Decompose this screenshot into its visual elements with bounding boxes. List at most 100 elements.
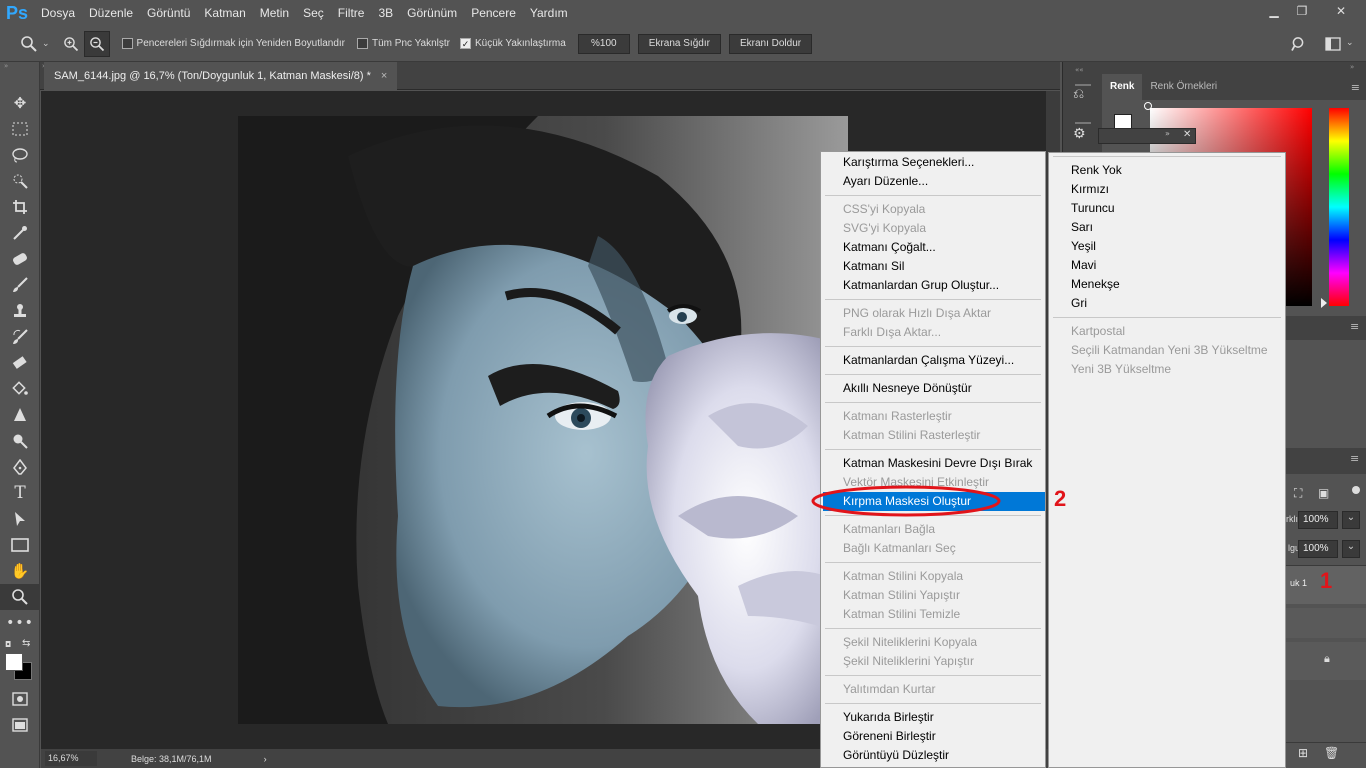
hand-tool-icon[interactable]: ✋ [0,558,40,584]
workspace-chevron-icon[interactable]: ⌄ [1346,38,1354,48]
tab-swatches[interactable]: Renk Örnekleri [1142,74,1225,100]
quick-mask-icon[interactable] [0,686,40,712]
properties-panel-icon[interactable]: ⚙ [1073,126,1095,148]
history-brush-tool-icon[interactable] [0,324,40,350]
type-tool-icon[interactable]: T [0,480,40,506]
color-menu-item[interactable]: Turuncu [1051,199,1285,218]
filter-toggle[interactable] [1352,486,1360,494]
history-panel-icon[interactable]: ⎌ [1073,86,1095,108]
fill-input[interactable]: 100% [1298,540,1338,558]
delete-layer-icon[interactable]: 🗑︎ [1324,746,1339,760]
context-menu-item[interactable]: Görüntüyü Düzleştir [823,746,1045,765]
swap-colors-icon[interactable]: ⇆ [22,638,30,649]
zoom-tool-icon[interactable] [16,31,42,57]
scrubby-zoom-checkbox[interactable]: ✓ Küçük Yakınlaştırma [460,38,566,49]
crop-tool-icon[interactable] [0,194,40,220]
menu-0[interactable]: Dosya [34,0,82,26]
document-tab[interactable]: SAM_6144.jpg @ 16,7% (Ton/Doygunluk 1, K… [44,62,398,90]
context-menu-item[interactable]: Katmanlardan Çalışma Yüzeyi... [823,351,1045,370]
adjustments-panel-menu-icon[interactable]: ≡ [1350,320,1359,333]
rectangle-tool-icon[interactable] [0,532,40,558]
restore-icon[interactable]: ❐ [1290,2,1314,20]
zoom-percent-button[interactable]: %100 [577,33,630,54]
tab-color[interactable]: Renk [1102,74,1143,100]
strip-collapse-icon[interactable]: «« [1075,66,1084,74]
dodge-tool-icon[interactable] [0,428,40,454]
default-colors-icon[interactable]: ◘ [5,640,11,649]
lasso-tool-icon[interactable] [0,142,40,168]
color-menu-item[interactable]: Mavi [1051,256,1285,275]
menu-1[interactable]: Düzenle [82,0,140,26]
color-menu-item[interactable]: Sarı [1051,218,1285,237]
path-selection-tool-icon[interactable] [0,506,40,532]
clone-stamp-tool-icon[interactable] [0,298,40,324]
color-menu-item[interactable]: Kırmızı [1051,180,1285,199]
blur-tool-icon[interactable] [0,402,40,428]
opacity-input[interactable]: 100% [1298,511,1338,529]
color-swatches[interactable]: ◘ ⇆ [0,636,39,686]
layer-row[interactable] [1286,608,1366,638]
close-tab-icon[interactable]: × [381,70,387,82]
color-menu-item[interactable]: Gri [1051,294,1285,313]
healing-brush-tool-icon[interactable] [0,246,40,272]
search-icon[interactable] [1286,31,1312,57]
workspace-icon[interactable] [1320,31,1346,57]
new-layer-icon[interactable]: ⊞ [1298,746,1308,760]
zoom-all-checkbox[interactable]: Tüm Pnc Yaknlştr [357,38,450,49]
color-picker-cursor[interactable] [1144,102,1152,110]
context-menu-item[interactable]: Katmanı Çoğalt... [823,238,1045,257]
layers-panel-menu-icon[interactable]: ≡ [1350,452,1359,465]
marquee-tool-icon[interactable] [0,116,40,142]
menu-2[interactable]: Görüntü [140,0,197,26]
floating-panel-close-icon[interactable]: ✕ [1183,129,1191,140]
quick-selection-tool-icon[interactable] [0,168,40,194]
pen-tool-icon[interactable] [0,454,40,480]
layer-row-background[interactable]: 🔒︎ [1286,642,1366,680]
resize-windows-checkbox[interactable]: Pencereleri Sığdırmak için Yeniden Boyut… [121,38,345,49]
close-window-icon[interactable]: ✕ [1326,2,1356,20]
move-tool-icon[interactable]: ✥ [0,90,40,116]
hue-slider-handle[interactable] [1321,298,1327,308]
menu-6[interactable]: Filtre [331,0,372,26]
hue-slider[interactable] [1329,108,1349,306]
more-tools-icon[interactable]: ••• [0,610,40,636]
foreground-color-swatch[interactable] [5,653,23,671]
fill-dropdown-icon[interactable]: ⌄ [1342,540,1360,558]
menu-10[interactable]: Yardım [523,0,575,26]
color-menu-item[interactable]: Menekşe [1051,275,1285,294]
panels-collapse-icon[interactable]: » [1350,63,1354,71]
context-menu-item[interactable]: Ayarı Düzenle... [823,172,1045,191]
context-menu-item[interactable]: Akıllı Nesneye Dönüştür [823,379,1045,398]
color-menu-item[interactable]: Yeşil [1051,237,1285,256]
fill-screen-button[interactable]: Ekranı Doldur [728,33,813,54]
menu-9[interactable]: Pencere [464,0,523,26]
context-menu-item[interactable]: Yukarıda Birleştir [823,708,1045,727]
menu-8[interactable]: Görünüm [400,0,464,26]
panel-menu-icon[interactable]: ≡ [1351,81,1360,94]
zoom-out-icon[interactable] [83,30,110,57]
fit-screen-button[interactable]: Ekrana Sığdır [637,33,721,54]
artboard-filter-icon[interactable]: ⛶ [1294,486,1302,501]
menu-7[interactable]: 3B [371,0,400,26]
menu-4[interactable]: Metin [253,0,296,26]
context-menu-item[interactable]: Katmanlardan Grup Oluştur... [823,276,1045,295]
smart-object-filter-icon[interactable]: ▣ [1318,486,1329,500]
brush-tool-icon[interactable] [0,272,40,298]
color-menu-item[interactable]: Renk Yok [1051,161,1285,180]
paint-bucket-tool-icon[interactable] [0,376,40,402]
zoom-in-icon[interactable] [58,31,84,57]
panel-collapse-icon[interactable]: » [0,62,39,70]
eraser-tool-icon[interactable] [0,350,40,376]
document-image[interactable] [238,116,848,724]
context-menu-item[interactable]: Katman Maskesini Devre Dışı Bırak [823,454,1045,473]
tool-preset-chevron-icon[interactable]: ⌄ [42,39,50,49]
zoom-level[interactable]: 16,67% [45,751,97,766]
context-menu-item[interactable]: Katmanı Sil [823,257,1045,276]
eyedropper-tool-icon[interactable] [0,220,40,246]
menu-5[interactable]: Seç [296,0,331,26]
screen-mode-icon[interactable] [0,712,40,738]
zoom-tool-icon[interactable] [0,584,40,610]
opacity-dropdown-icon[interactable]: ⌄ [1342,511,1360,529]
floating-panel-collapse-icon[interactable]: » [1165,129,1170,138]
context-menu-item[interactable]: Göreneni Birleştir [823,727,1045,746]
